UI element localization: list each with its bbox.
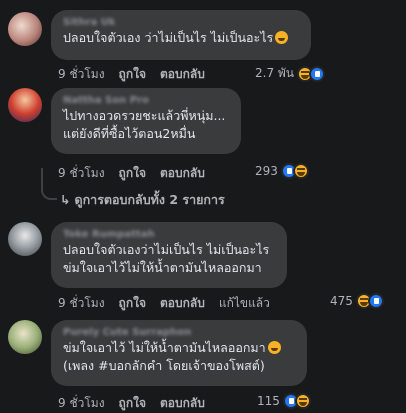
edited-label: แก้ไขแล้ว — [218, 296, 270, 310]
reaction-count: 293 — [255, 164, 278, 178]
comment-actions: 9 ชั่วโมง ถูกใจ ตอบกลับ — [58, 164, 205, 183]
avatar[interactable] — [8, 12, 42, 46]
view-replies-link[interactable]: ↳ ดูการตอบกลับทั้ง 2 รายการ — [60, 190, 225, 210]
avatar[interactable] — [8, 320, 42, 354]
reaction-count: 475 — [330, 294, 353, 308]
haha-icon — [294, 393, 311, 409]
reaction-count: 115 — [257, 394, 280, 408]
like-icon — [367, 293, 384, 309]
author-name[interactable]: Nattha Son Pro — [63, 94, 229, 107]
reply-button[interactable]: ตอบกลับ — [160, 65, 205, 84]
comment-bubble: Toke Rumpattah ปลอบใจตัวเองว่าไม่เป็นไร … — [51, 222, 287, 288]
comment-actions: 9 ชั่วโมง ถูกใจ ตอบกลับ — [58, 394, 205, 413]
like-button[interactable]: ถูกใจ — [119, 65, 146, 84]
haha-icon — [292, 163, 309, 179]
reaction-count: 2.7 พัน — [255, 66, 295, 80]
reply-arrow-icon: ↳ — [60, 192, 71, 207]
like-button[interactable]: ถูกใจ — [119, 294, 146, 313]
view-replies-label: ดูการตอบกลับทั้ง 2 รายการ — [74, 192, 225, 207]
timestamp[interactable]: 9 ชั่วโมง — [58, 294, 105, 313]
comment-bubble: Nattha Son Pro ไปทางอวดรวยชะแล้วพี่หนุ่ม… — [51, 88, 241, 154]
author-name[interactable]: Sithra Uk — [63, 16, 299, 29]
comment-actions: 9 ชั่วโมง ถูกใจ ตอบกลับ — [58, 65, 205, 84]
reaction-summary[interactable]: 293 — [255, 163, 309, 179]
comment-line: ไปทางอวดรวยชะแล้วพี่หนุ่ม... — [63, 108, 226, 123]
avatar[interactable] — [8, 88, 42, 122]
comment-line: (เพลง #บอกลักคำ โดยเจ้าของโพสต์) — [63, 358, 265, 373]
like-button[interactable]: ถูกใจ — [119, 394, 146, 413]
reply-button[interactable]: ตอบกลับ — [160, 164, 205, 183]
comment-line: ข่มใจเอาไว้ ไม่ให้น้ำตามันไหลออกมา — [63, 340, 266, 355]
rofl-icon — [267, 341, 281, 354]
like-button[interactable]: ถูกใจ — [119, 164, 146, 183]
comment-line: ข่มใจเอาไว้ไม่ให้น้ำตามันไหลออกมา — [63, 260, 262, 275]
comment-actions: 9 ชั่วโมง ถูกใจ ตอบกลับ แก้ไขแล้ว — [58, 294, 270, 313]
reaction-summary[interactable]: 2.7 พัน — [255, 64, 326, 83]
like-icon — [309, 65, 326, 82]
timestamp[interactable]: 9 ชั่วโมง — [58, 394, 105, 413]
comment-bubble: Purely Cute Surraphon ข่มใจเอาไว้ ไม่ให้… — [51, 320, 307, 386]
timestamp[interactable]: 9 ชั่วโมง — [58, 65, 105, 84]
reply-button[interactable]: ตอบกลับ — [160, 394, 205, 413]
comment-line: ปลอบใจตัวเองว่าไม่เป็นไร ไม่เป็นอะไร — [63, 242, 270, 257]
reaction-summary[interactable]: 115 — [257, 393, 311, 409]
author-name[interactable]: Toke Rumpattah — [63, 228, 275, 241]
avatar[interactable] — [8, 222, 42, 256]
comment-text: ปลอบใจตัวเอง ว่าไม่เป็นไร ไม่เป็นอะไร — [63, 29, 299, 47]
comment-line: แต่ยังดีที่ซื้อไว้ตอน2หมื่น — [63, 126, 196, 141]
timestamp[interactable]: 9 ชั่วโมง — [58, 164, 105, 183]
author-name[interactable]: Purely Cute Surraphon — [63, 326, 295, 339]
comment-line: ปลอบใจตัวเอง ว่าไม่เป็นไร ไม่เป็นอะไร — [63, 30, 274, 45]
reaction-summary[interactable]: 475 — [330, 293, 384, 309]
grin-sweat-icon — [275, 31, 289, 44]
comment-text: ข่มใจเอาไว้ ไม่ให้น้ำตามันไหลออกมา — [63, 339, 295, 357]
reply-button[interactable]: ตอบกลับ — [160, 294, 205, 313]
comment-bubble: Sithra Uk ปลอบใจตัวเอง ว่าไม่เป็นไร ไม่เ… — [51, 10, 311, 60]
reply-thread-line — [41, 168, 57, 200]
